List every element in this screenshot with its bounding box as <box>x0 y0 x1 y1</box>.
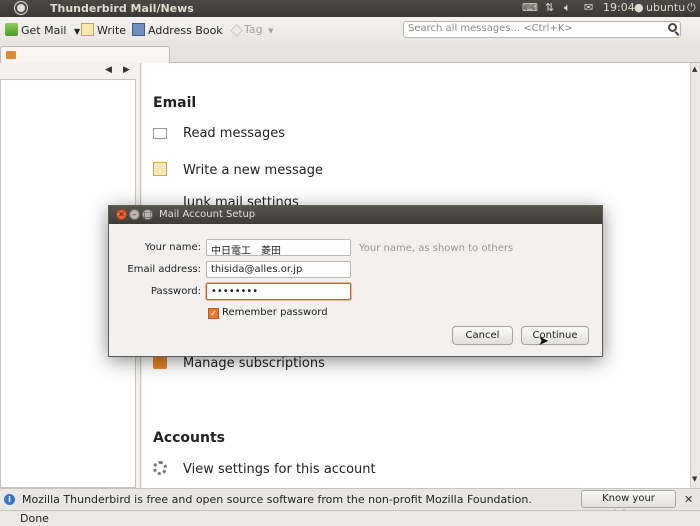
network-icon[interactable]: ⇅ <box>545 1 554 14</box>
pencil-icon <box>81 23 94 36</box>
tab-folder[interactable] <box>0 46 170 63</box>
tag-button[interactable]: Tag ▼ <box>230 23 274 37</box>
chevron-down-icon: ▼ <box>268 27 274 35</box>
get-mail-icon <box>5 23 18 36</box>
read-messages-link[interactable]: Read messages <box>153 126 285 141</box>
tab-strip <box>0 44 700 63</box>
gear-icon <box>153 461 167 475</box>
search-input[interactable]: Search all messages... <Ctrl+K> <box>403 21 681 38</box>
window-title: Thunderbird Mail/News <box>50 2 194 15</box>
know-your-rights-button[interactable]: Know your rights... <box>581 490 676 520</box>
folder-icon <box>6 51 16 59</box>
ubuntu-logo-icon[interactable] <box>15 2 27 14</box>
mail-indicator-icon[interactable]: ✉ <box>584 1 593 14</box>
minimize-icon[interactable]: – <box>129 209 140 220</box>
get-mail-button[interactable]: Get Mail ▼ <box>5 23 80 37</box>
password-field[interactable]: •••••••• <box>206 283 351 300</box>
name-label: Your name: <box>144 242 201 253</box>
mouse-cursor-icon: ➤ <box>538 334 549 349</box>
tag-icon <box>230 24 243 37</box>
scroll-up-icon[interactable]: ▲ <box>692 65 697 73</box>
status-bar: Done <box>0 510 700 526</box>
info-icon: i <box>4 494 15 505</box>
power-icon[interactable]: ⏻ <box>687 1 696 15</box>
clock[interactable]: 19:04 <box>603 1 635 14</box>
write-button[interactable]: Write <box>81 23 126 37</box>
status-text: Done <box>20 512 49 525</box>
address-book-icon <box>132 23 145 36</box>
email-field[interactable]: thisida@alles.or.jp <box>206 261 351 278</box>
arrow-right-icon[interactable]: ▶ <box>123 65 130 75</box>
checkmark-icon[interactable]: ✓ <box>208 308 219 319</box>
notification-message: Mozilla Thunderbird is free and open sou… <box>22 493 532 506</box>
name-field[interactable]: 中日電工 菱田 <box>206 239 351 256</box>
cancel-button[interactable]: Cancel <box>452 326 513 345</box>
chevron-down-icon[interactable]: ▼ <box>74 27 80 36</box>
remember-password-checkbox[interactable]: ✓ Remember password <box>208 307 328 319</box>
address-book-button[interactable]: Address Book <box>132 23 223 37</box>
pencil-icon <box>153 162 167 176</box>
close-icon[interactable]: ✕ <box>684 493 693 506</box>
notification-bar: i Mozilla Thunderbird is free and open s… <box>0 488 700 520</box>
top-panel: Thunderbird Mail/News ⌨ ⇅ 🔈︎ ✉ 19:04 ● u… <box>0 0 700 17</box>
email-heading: Email <box>153 95 197 111</box>
write-message-link[interactable]: Write a new message <box>153 162 323 178</box>
manage-subscriptions-link[interactable]: Manage subscriptions <box>153 355 325 371</box>
keyboard-icon[interactable]: ⌨ <box>522 1 538 14</box>
arrow-left-icon[interactable]: ◀ <box>105 65 112 75</box>
user-name[interactable]: ubuntu <box>646 1 685 14</box>
dialog-title: Mail Account Setup <box>159 209 256 220</box>
scroll-down-icon[interactable]: ▼ <box>692 475 697 483</box>
continue-button[interactable]: Continue <box>521 326 589 345</box>
maximize-icon[interactable]: □ <box>142 209 153 220</box>
dialog-titlebar[interactable]: ✕ – □ Mail Account Setup <box>109 206 602 224</box>
name-hint: Your name, as shown to others <box>359 243 514 254</box>
accounts-heading: Accounts <box>153 430 226 446</box>
view-settings-link[interactable]: View settings for this account <box>153 461 376 477</box>
volume-icon[interactable]: 🔈︎ <box>564 1 571 15</box>
email-label: Email address: <box>127 264 201 275</box>
envelope-icon <box>153 128 167 139</box>
user-icon: ● <box>634 1 644 14</box>
close-icon[interactable]: ✕ <box>116 209 127 220</box>
content-scrollbar[interactable]: ▲ ▼ <box>690 63 700 488</box>
search-icon[interactable] <box>668 23 677 32</box>
password-label: Password: <box>150 286 201 297</box>
rss-icon <box>153 355 167 369</box>
